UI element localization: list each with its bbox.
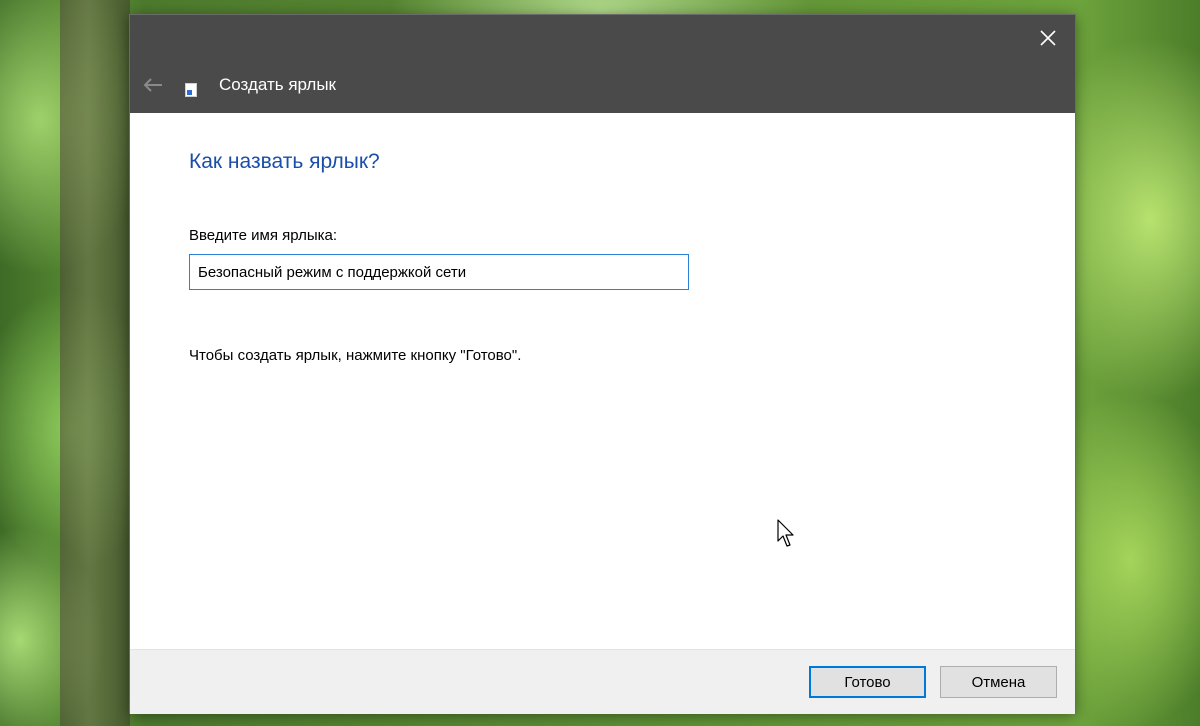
close-icon [1040,30,1056,46]
back-arrow-icon [143,78,162,92]
back-button[interactable] [140,72,166,98]
close-button[interactable] [1031,21,1065,55]
shortcut-name-input[interactable] [189,254,689,290]
shortcut-icon [185,83,197,97]
cancel-button[interactable]: Отмена [940,666,1057,698]
background-tree-trunk [60,0,130,726]
page-heading: Как назвать ярлык? [189,150,380,173]
mouse-cursor-icon [777,519,794,547]
shortcut-name-label: Введите имя ярлыка: [189,227,338,244]
window-title: Создать ярлык [219,75,336,94]
button-bar: Готово Отмена [130,649,1075,714]
create-shortcut-dialog: Создать ярлык Как назвать ярлык? Введите… [130,15,1075,714]
finish-hint: Чтобы создать ярлык, нажмите кнопку "Гот… [189,347,522,364]
finish-button[interactable]: Готово [809,666,926,698]
title-bar: Создать ярлык [130,15,1075,113]
dialog-content: Как назвать ярлык? Введите имя ярлыка: Ч… [130,113,1075,649]
